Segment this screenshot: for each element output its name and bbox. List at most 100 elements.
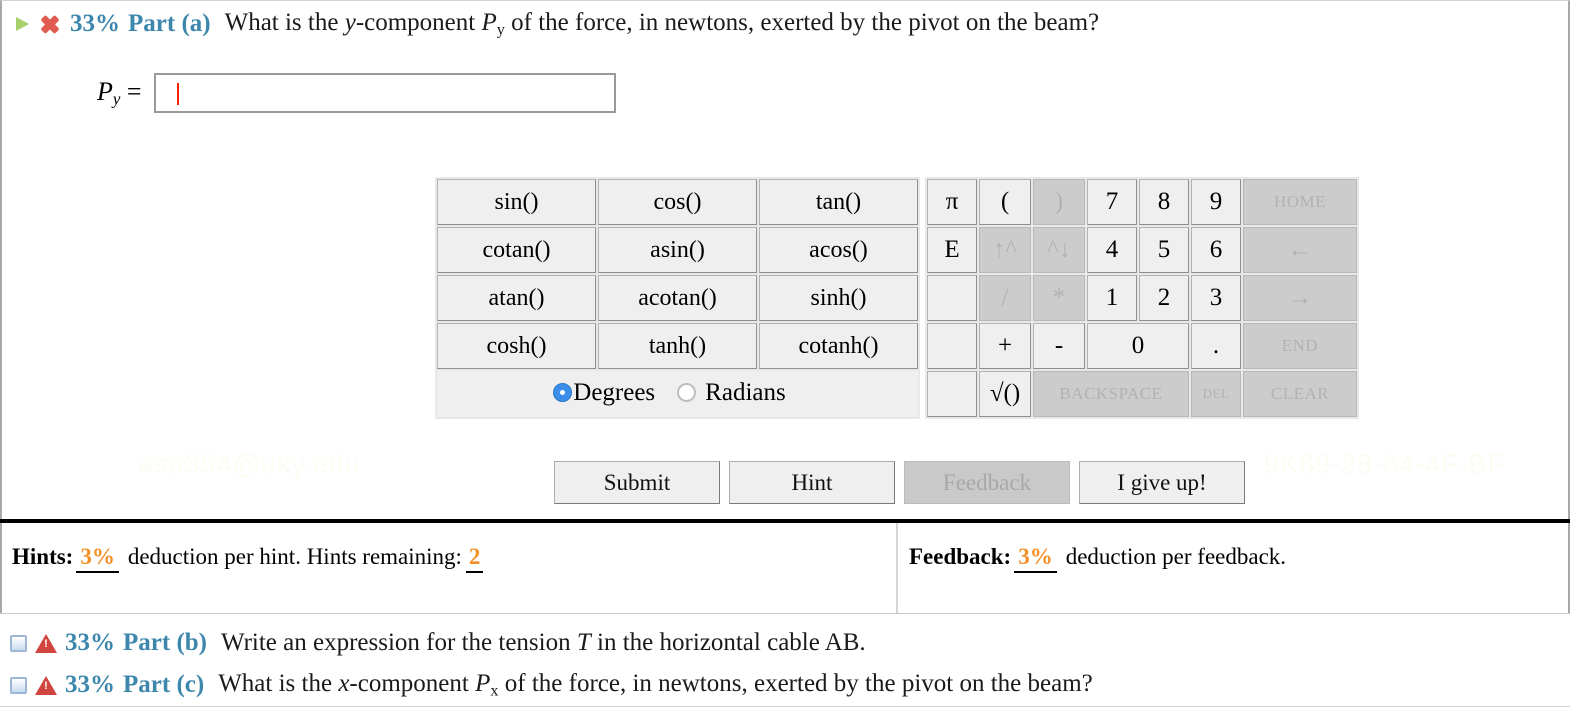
watermark-email: asa354@uky.edu	[138, 449, 361, 479]
part-b-question: Write an expression for the tension T in…	[221, 629, 866, 657]
key-del: DEL	[1191, 371, 1241, 417]
part-a-question-pre: What is the	[224, 9, 345, 36]
fn-key-tan[interactable]: tan()	[759, 179, 918, 225]
key-9[interactable]: 9	[1191, 179, 1241, 225]
hint-button[interactable]: Hint	[729, 461, 895, 504]
part-b-question-mid: in the horizontal cable AB.	[590, 629, 866, 656]
part-c-question: What is the x-component Px of the force,…	[218, 670, 1093, 701]
key-8[interactable]: 8	[1139, 179, 1189, 225]
keypad-row: π ( ) 7 8 9 HOME	[927, 179, 1357, 225]
fn-key-cotanh[interactable]: cotanh()	[759, 323, 918, 369]
blue-square-icon[interactable]	[10, 634, 27, 652]
submit-button[interactable]: Submit	[554, 461, 720, 504]
fn-key-atan[interactable]: atan()	[437, 275, 596, 321]
radians-radio-group[interactable]: Radians	[677, 379, 802, 407]
part-c-question-mid: -component	[349, 669, 476, 697]
degrees-radio[interactable]	[553, 383, 573, 403]
radians-radio[interactable]	[677, 383, 697, 403]
text-caret	[177, 83, 179, 105]
key-3[interactable]: 3	[1191, 275, 1241, 321]
fn-key-asin[interactable]: asin()	[598, 227, 757, 273]
part-c-percent: 33%	[65, 671, 115, 698]
key-home: HOME	[1243, 179, 1357, 225]
fn-key-cotan[interactable]: cotan()	[437, 227, 596, 273]
key-0[interactable]: 0	[1087, 323, 1189, 369]
answer-input[interactable]	[153, 73, 616, 113]
part-a-question-sym: P	[481, 9, 497, 36]
part-a-percent: 33%	[70, 10, 120, 38]
hints-title: Hints:	[12, 544, 74, 569]
fn-row: sin() cos() tan()	[437, 179, 918, 225]
calculator-keypad: π ( ) 7 8 9 HOME E ↑^ ^↓ 4 5 6 ← / * 1 2…	[925, 177, 1359, 419]
degrees-label: Degrees	[573, 378, 656, 406]
key-pi[interactable]: π	[927, 179, 977, 225]
calculator-widget: sin() cos() tan() cotan() asin() acos() …	[435, 177, 1359, 419]
key-decimal-point[interactable]: .	[1191, 323, 1241, 369]
key-minus[interactable]: -	[1033, 323, 1085, 369]
fn-key-cos[interactable]: cos()	[598, 179, 757, 225]
key-paren-close: )	[1033, 179, 1085, 225]
fn-key-sin[interactable]: sin()	[437, 179, 596, 225]
part-c-row[interactable]: 33% Part (c) What is the x-component Px …	[0, 664, 1570, 706]
watermark-code: 9K89-28-64-4F-BF	[1264, 449, 1506, 479]
warning-triangle-icon	[35, 675, 57, 695]
keypad-row: E ↑^ ^↓ 4 5 6 ←	[927, 227, 1357, 273]
exercise-page: 33% Part (a) What is the y-component Py …	[0, 0, 1570, 724]
action-button-row: Submit Hint Feedback I give up!	[554, 461, 1254, 504]
collapsed-parts-list: 33% Part (b) Write an expression for the…	[0, 622, 1570, 707]
keypad-row: / * 1 2 3 →	[927, 275, 1357, 321]
part-a-label: Part (a)	[128, 10, 211, 38]
part-b-row[interactable]: 33% Part (b) Write an expression for the…	[0, 622, 1570, 664]
key-paren-open[interactable]: (	[979, 179, 1031, 225]
feedback-title: Feedback:	[909, 544, 1012, 569]
fn-row: atan() acotan() sinh()	[437, 275, 918, 321]
key-arrow-left-icon: ←	[1243, 227, 1357, 273]
green-triangle-icon[interactable]	[12, 14, 32, 34]
key-backspace: BACKSPACE	[1033, 371, 1189, 417]
part-a-question-var: y	[344, 9, 356, 36]
key-divide: /	[979, 275, 1031, 321]
fn-key-cosh[interactable]: cosh()	[437, 323, 596, 369]
part-c-question-sub: x	[490, 681, 499, 700]
part-c-question-pre: What is the	[218, 669, 339, 697]
part-c-label: Part (c)	[123, 671, 205, 698]
key-2[interactable]: 2	[1139, 275, 1189, 321]
key-plus[interactable]: +	[979, 323, 1031, 369]
feedback-text: deduction per feedback.	[1065, 544, 1287, 569]
fn-key-tanh[interactable]: tanh()	[598, 323, 757, 369]
hints-deduction-cell: Hints: 3% deduction per hint. Hints rema…	[0, 523, 898, 613]
key-blank	[927, 275, 977, 321]
red-x-icon	[38, 12, 62, 36]
part-c-question-var: x	[338, 669, 350, 697]
fn-key-sinh[interactable]: sinh()	[759, 275, 918, 321]
part-a-panel: 33% Part (a) What is the y-component Py …	[0, 0, 1570, 519]
key-e[interactable]: E	[927, 227, 977, 273]
give-up-button[interactable]: I give up!	[1079, 461, 1245, 504]
degrees-radio-group[interactable]: Degrees	[553, 379, 671, 407]
part-a-header: 33% Part (a) What is the y-component Py …	[12, 9, 1099, 40]
part-b-percent: 33%	[65, 629, 115, 656]
fn-key-acotan[interactable]: acotan()	[598, 275, 757, 321]
key-blank	[927, 323, 977, 369]
key-blank	[927, 371, 977, 417]
radians-label: Radians	[705, 378, 786, 406]
fn-key-acos[interactable]: acos()	[759, 227, 918, 273]
key-multiply: *	[1033, 275, 1085, 321]
key-end: END	[1243, 323, 1357, 369]
part-a-question: What is the y-component Py of the force,…	[225, 9, 1100, 40]
key-sqrt[interactable]: √()	[979, 371, 1031, 417]
part-c-question-sym: P	[475, 669, 491, 697]
hints-percent: 3%	[76, 544, 119, 573]
key-5[interactable]: 5	[1139, 227, 1189, 273]
blue-square-icon[interactable]	[10, 676, 27, 694]
key-6[interactable]: 6	[1191, 227, 1241, 273]
feedback-deduction-cell: Feedback: 3% deduction per feedback.	[898, 523, 1570, 613]
keypad-row: + - 0 . END	[927, 323, 1357, 369]
deduction-bar: Hints: 3% deduction per hint. Hints rema…	[0, 519, 1570, 614]
key-7[interactable]: 7	[1087, 179, 1137, 225]
answer-label-sym: P	[97, 76, 113, 106]
angle-mode-row: Degrees Radians	[437, 371, 918, 417]
key-4[interactable]: 4	[1087, 227, 1137, 273]
hints-remaining: 2	[465, 544, 484, 573]
key-1[interactable]: 1	[1087, 275, 1137, 321]
